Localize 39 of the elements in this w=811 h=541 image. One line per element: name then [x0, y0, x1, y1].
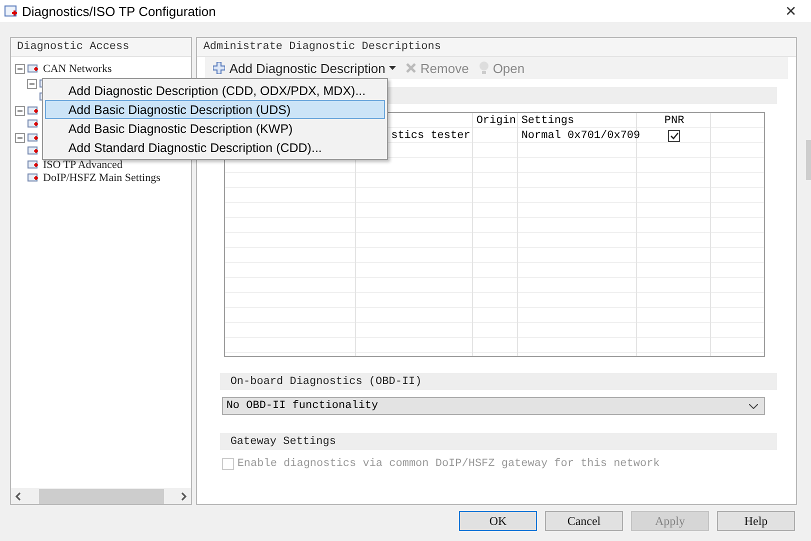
toolbar-button[interactable]: Add Diagnostic Description: [213, 60, 396, 76]
tree-item[interactable]: DoIP/HSFZ Main Settings: [41, 172, 162, 184]
vertical-scrollbar[interactable]: [806, 140, 811, 180]
section-header: On-board Diagnostics (OBD-II): [220, 373, 777, 390]
collapse-toggle-icon[interactable]: [15, 106, 25, 116]
window-title: Diagnostics/ISO TP Configuration: [22, 4, 217, 18]
panel-title: Administrate Diagnostic Descriptions: [197, 38, 796, 57]
collapse-toggle-icon[interactable]: [27, 78, 37, 89]
chevron-down-icon: [749, 404, 758, 408]
pnr-checkbox[interactable]: [668, 130, 680, 142]
cross-icon: [406, 63, 416, 73]
close-button[interactable]: ✕: [771, 2, 811, 20]
tree-item[interactable]: ISO TP Advanced: [41, 158, 124, 171]
menu-item[interactable]: Add Standard Diagnostic Description (CDD)...: [45, 138, 386, 157]
section-header: Gateway Settings: [220, 433, 777, 450]
tree-item[interactable]: CAN Networks: [41, 62, 114, 74]
collapse-toggle-icon[interactable]: [15, 64, 25, 74]
menu-item[interactable]: Add Diagnostic Description (CDD, ODX/PDX, MDX)...: [45, 81, 386, 100]
menu-item[interactable]: Add Basic Diagnostic Description (KWP): [45, 119, 386, 138]
column-header: Settings: [520, 114, 576, 128]
window-icon: [4, 4, 18, 18]
collapse-toggle-icon[interactable]: [15, 132, 25, 143]
lightbulb-icon: [478, 61, 489, 75]
panel-title: Diagnostic Access: [11, 38, 192, 57]
table-cell-text: stics tester: [390, 128, 472, 143]
dropdown-caret-icon: [389, 66, 396, 70]
checkbox-label: Enable diagnostics via common DoIP/HSFZ gateway for this network: [237, 458, 660, 470]
table-cell-text: Normal 0x701/0x709: [520, 128, 638, 143]
column-header: PNR: [663, 114, 686, 128]
dialog-button[interactable]: Help: [717, 511, 795, 531]
dialog-button[interactable]: OK: [459, 511, 537, 531]
dialog-button[interactable]: Cancel: [545, 511, 623, 531]
column-header: Origin: [475, 114, 517, 128]
horizontal-scrollbar[interactable]: [11, 488, 192, 504]
chevron-right-icon[interactable]: [181, 492, 188, 500]
plus-icon: [213, 62, 226, 74]
chevron-left-icon[interactable]: [15, 492, 21, 500]
obd-dropdown[interactable]: No OBD-II functionality: [222, 397, 765, 415]
menu-item[interactable]: Add Basic Diagnostic Description (UDS): [45, 100, 386, 119]
